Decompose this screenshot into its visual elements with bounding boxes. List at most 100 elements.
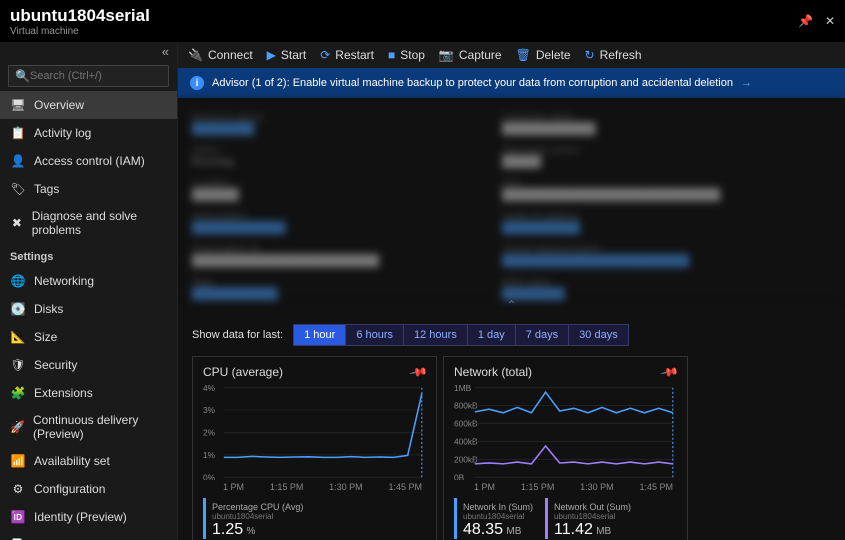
toolbar-label: Start bbox=[281, 48, 306, 62]
sidebar-item-networking[interactable]: 🌐 Networking bbox=[0, 267, 177, 295]
pin-icon[interactable]: 📌 bbox=[798, 14, 813, 28]
capture-icon: 📷 bbox=[439, 48, 454, 62]
x-tick: 1:15 PM bbox=[521, 482, 555, 492]
refresh-icon: ↻ bbox=[585, 48, 595, 62]
restart-icon: ⟳ bbox=[320, 48, 330, 62]
start-button[interactable]: ▶ Start bbox=[267, 48, 307, 62]
sidebar-item-diagnose-and-solve-problems[interactable]: ✖ Diagnose and solve problems bbox=[0, 203, 177, 243]
start-icon: ▶ bbox=[267, 48, 276, 62]
nav-label: Security bbox=[34, 358, 77, 372]
nav-icon: 🌐 bbox=[10, 273, 26, 289]
x-tick: 1:45 PM bbox=[639, 482, 673, 492]
nav-label: Tags bbox=[34, 182, 59, 196]
nav-icon: 🛡 bbox=[10, 357, 26, 373]
nav-icon: 📐 bbox=[10, 329, 26, 345]
sidebar-item-identity-preview-[interactable]: 🆔 Identity (Preview) bbox=[0, 503, 177, 531]
page-title: ubuntu1804serial bbox=[10, 6, 150, 26]
advisor-banner[interactable]: i Advisor (1 of 2): Enable virtual machi… bbox=[178, 68, 845, 98]
close-icon[interactable]: ✕ bbox=[825, 14, 835, 28]
chart-title: CPU (average) bbox=[203, 365, 426, 379]
x-tick: 1:15 PM bbox=[270, 482, 304, 492]
svg-text:600kB: 600kB bbox=[454, 419, 478, 429]
sidebar-item-extensions[interactable]: 🧩 Extensions bbox=[0, 379, 177, 407]
search-input[interactable]: 🔍 bbox=[8, 65, 169, 87]
sidebar-item-properties[interactable]: 📄Properties bbox=[0, 531, 177, 540]
toolbar-label: Stop bbox=[400, 48, 425, 62]
nav-label: Availability set bbox=[34, 454, 110, 468]
overview-details: Resource group████████ StatusRunning Loc… bbox=[178, 98, 845, 298]
svg-text:800kB: 800kB bbox=[454, 401, 478, 411]
range-1hour[interactable]: 1 hour bbox=[294, 325, 346, 345]
stop-icon: ■ bbox=[388, 48, 395, 62]
nav-icon: 👤 bbox=[10, 153, 26, 169]
nav-label: Networking bbox=[34, 274, 94, 288]
toolbar-label: Capture bbox=[459, 48, 502, 62]
svg-text:200kB: 200kB bbox=[454, 455, 478, 465]
svg-text:0B: 0B bbox=[454, 472, 465, 480]
nav-icon: ⚙ bbox=[10, 481, 26, 497]
nav-icon: 📋 bbox=[10, 125, 26, 141]
delete-button[interactable]: 🗑Delete bbox=[516, 48, 571, 62]
range-1day[interactable]: 1 day bbox=[468, 325, 516, 345]
info-icon: i bbox=[190, 76, 204, 90]
sidebar-item-tags[interactable]: 🏷 Tags bbox=[0, 175, 177, 203]
range-30days[interactable]: 30 days bbox=[569, 325, 628, 345]
connect-button[interactable]: 🔌 Connect bbox=[188, 48, 253, 62]
nav-icon: ✖ bbox=[10, 215, 24, 231]
range-12hours[interactable]: 12 hours bbox=[404, 325, 468, 345]
nav-label: Extensions bbox=[34, 386, 93, 400]
arrow-right-icon: → bbox=[741, 77, 752, 89]
toolbar-label: Restart bbox=[335, 48, 374, 62]
sidebar-item-availability-set[interactable]: 📶 Availability set bbox=[0, 447, 177, 475]
nav-icon: 🆔 bbox=[10, 509, 26, 525]
nav-label: Configuration bbox=[34, 482, 105, 496]
x-tick: 1 PM bbox=[474, 482, 495, 492]
stop-button[interactable]: ■ Stop bbox=[388, 48, 425, 62]
chart-card: CPU (average)📌4%3%2%1%0%1 PM1:15 PM1:30 … bbox=[192, 356, 437, 540]
chart-title: Network (total) bbox=[454, 365, 677, 379]
range-7days[interactable]: 7 days bbox=[516, 325, 569, 345]
sidebar-item-size[interactable]: 📐 Size bbox=[0, 323, 177, 351]
svg-text:1%: 1% bbox=[203, 450, 216, 460]
nav-icon: 🧩 bbox=[10, 385, 26, 401]
refresh-button[interactable]: ↻ Refresh bbox=[585, 48, 642, 62]
nav-label: Overview bbox=[34, 98, 84, 112]
nav-icon: 🚀 bbox=[10, 419, 25, 435]
svg-text:4%: 4% bbox=[203, 385, 216, 393]
x-tick: 1:45 PM bbox=[388, 482, 422, 492]
nav-label: Activity log bbox=[34, 126, 91, 140]
sidebar-item-overview[interactable]: 🖥Overview bbox=[0, 91, 177, 119]
collapse-sidebar-icon[interactable]: « bbox=[0, 42, 177, 61]
nav-label: Diagnose and solve problems bbox=[32, 209, 167, 237]
sidebar-item-disks[interactable]: 💽 Disks bbox=[0, 295, 177, 323]
toolbar-label: Delete bbox=[536, 48, 571, 62]
svg-text:400kB: 400kB bbox=[454, 437, 478, 447]
nav-icon: 🏷 bbox=[10, 181, 26, 197]
nav-label: Disks bbox=[34, 302, 63, 316]
nav-label: Access control (IAM) bbox=[34, 154, 145, 168]
sidebar-item-activity-log[interactable]: 📋 Activity log bbox=[0, 119, 177, 147]
connect-icon: 🔌 bbox=[188, 48, 203, 62]
x-tick: 1:30 PM bbox=[329, 482, 363, 492]
toolbar-label: Connect bbox=[208, 48, 253, 62]
nav-label: Size bbox=[34, 330, 57, 344]
svg-text:2%: 2% bbox=[203, 428, 216, 438]
sidebar-item-access-control-iam-[interactable]: 👤 Access control (IAM) bbox=[0, 147, 177, 175]
range-6hours[interactable]: 6 hours bbox=[346, 325, 404, 345]
sidebar-item-continuous-delivery-preview-[interactable]: 🚀Continuous delivery (Preview) bbox=[0, 407, 177, 447]
svg-text:3%: 3% bbox=[203, 405, 216, 415]
sidebar-item-security[interactable]: 🛡 Security bbox=[0, 351, 177, 379]
sidebar-item-configuration[interactable]: ⚙ Configuration bbox=[0, 475, 177, 503]
nav-icon: 📶 bbox=[10, 453, 26, 469]
nav-label: Identity (Preview) bbox=[34, 510, 127, 524]
search-field[interactable] bbox=[30, 70, 172, 82]
svg-text:0%: 0% bbox=[203, 472, 216, 480]
svg-text:1MB: 1MB bbox=[454, 385, 472, 393]
capture-button[interactable]: 📷 Capture bbox=[439, 48, 502, 62]
restart-button[interactable]: ⟳ Restart bbox=[320, 48, 374, 62]
chart-card: Network (total)📌1MB800kB600kB400kB200kB0… bbox=[443, 356, 688, 540]
nav-header: Settings bbox=[0, 243, 177, 267]
nav-icon: 💽 bbox=[10, 301, 26, 317]
range-label: Show data for last: bbox=[192, 329, 283, 341]
toolbar-label: Refresh bbox=[600, 48, 642, 62]
